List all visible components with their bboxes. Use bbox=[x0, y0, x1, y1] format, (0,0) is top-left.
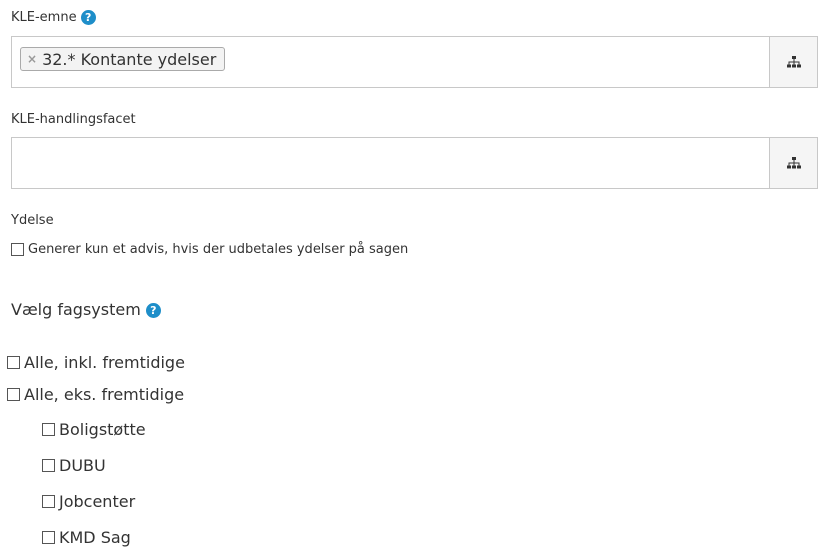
fagsystem-sub-option-kmd-sag[interactable]: KMD Sag bbox=[42, 528, 131, 547]
help-icon[interactable]: ? bbox=[145, 303, 161, 318]
checkbox[interactable] bbox=[42, 459, 55, 472]
sub-option-label: KMD Sag bbox=[59, 528, 131, 547]
ydelse-checkbox-label: Generer kun et advis, hvis der udbetales… bbox=[28, 242, 409, 257]
remove-tag-icon[interactable]: × bbox=[27, 52, 37, 66]
checkbox[interactable] bbox=[42, 495, 55, 508]
checkbox[interactable] bbox=[42, 531, 55, 544]
kle-emne-field[interactable]: × 32.* Kontante ydelser bbox=[11, 36, 818, 88]
checkbox[interactable] bbox=[7, 388, 20, 401]
kle-handlingsfacet-tree-button[interactable] bbox=[769, 138, 817, 188]
fagsystem-option-alle-eks[interactable]: Alle, eks. fremtidige bbox=[7, 385, 184, 404]
kle-handlingsfacet-label: KLE-handlingsfacet bbox=[11, 112, 136, 127]
sub-option-label: DUBU bbox=[59, 456, 106, 475]
option-label: Alle, inkl. fremtidige bbox=[24, 353, 185, 372]
kle-emne-label: KLE-emne bbox=[11, 10, 77, 25]
tag-label: 32.* Kontante ydelser bbox=[42, 49, 217, 69]
kle-handlingsfacet-field[interactable] bbox=[11, 137, 818, 189]
fagsystem-sub-option-dubu[interactable]: DUBU bbox=[42, 456, 106, 475]
sitemap-icon bbox=[786, 56, 801, 68]
checkbox[interactable] bbox=[7, 356, 20, 369]
selected-tag: × 32.* Kontante ydelser bbox=[20, 47, 226, 71]
sub-option-label: Boligstøtte bbox=[59, 420, 146, 439]
help-icon[interactable]: ? bbox=[80, 10, 96, 25]
sitemap-icon bbox=[786, 157, 801, 169]
kle-emne-label-row: KLE-emne ? bbox=[11, 10, 96, 25]
kle-emne-tree-button[interactable] bbox=[769, 37, 817, 87]
fagsystem-heading-row: Vælg fagsystem ? bbox=[11, 300, 161, 319]
sub-option-label: Jobcenter bbox=[59, 492, 136, 511]
ydelse-label: Ydelse bbox=[11, 213, 54, 228]
fagsystem-sub-option-boligstotte[interactable]: Boligstøtte bbox=[42, 420, 146, 439]
option-label: Alle, eks. fremtidige bbox=[24, 385, 185, 404]
ydelse-checkbox-row[interactable]: Generer kun et advis, hvis der udbetales… bbox=[11, 242, 408, 257]
ydelse-checkbox[interactable] bbox=[11, 243, 24, 256]
fagsystem-sub-option-jobcenter[interactable]: Jobcenter bbox=[42, 492, 135, 511]
fagsystem-option-alle-inkl[interactable]: Alle, inkl. fremtidige bbox=[7, 353, 185, 372]
checkbox[interactable] bbox=[42, 423, 55, 436]
fagsystem-heading: Vælg fagsystem bbox=[11, 300, 141, 319]
